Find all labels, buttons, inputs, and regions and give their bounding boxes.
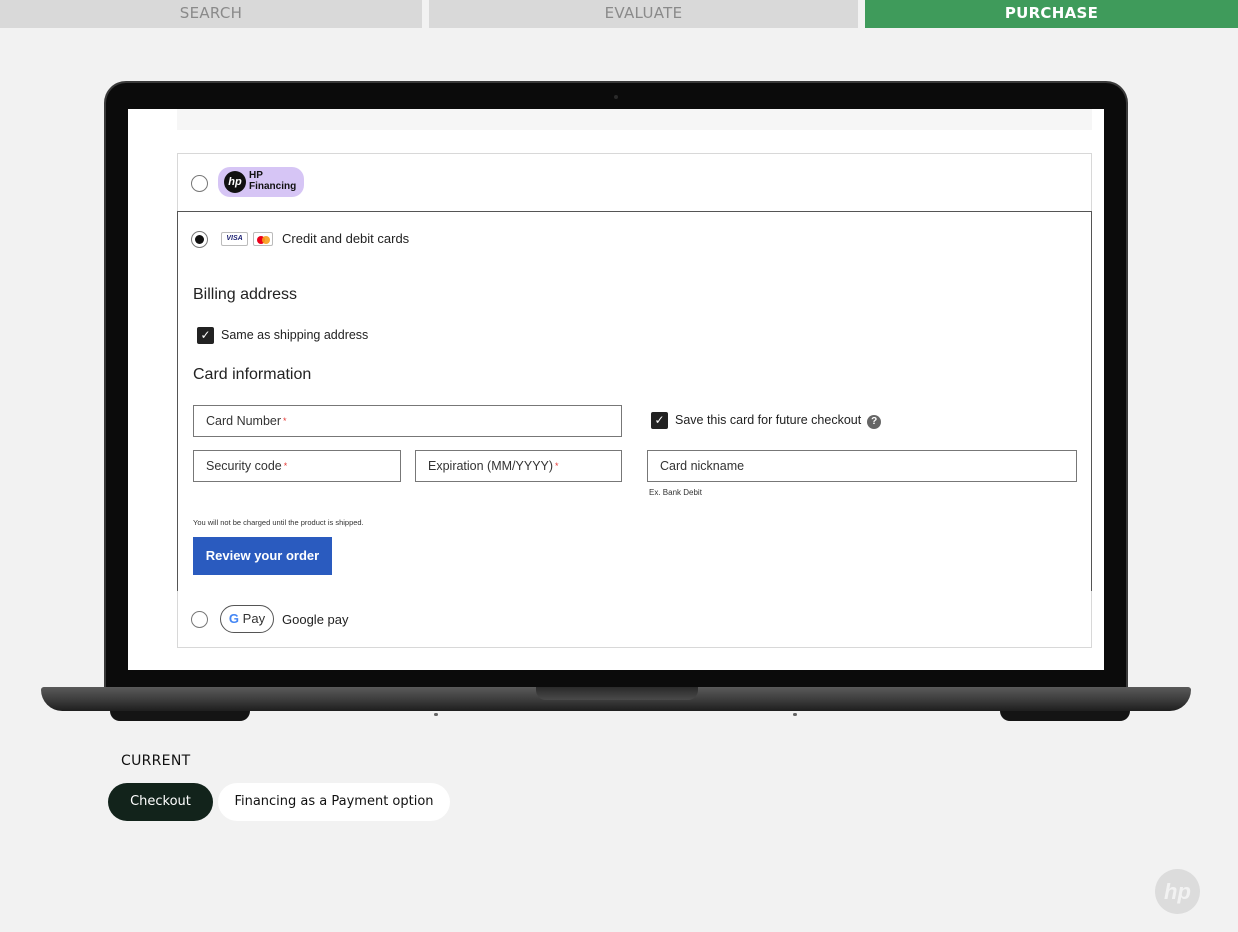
hp-logo-icon: hp [224, 171, 246, 193]
journey-stages: SEARCH EVALUATE PURCHASE [0, 0, 1238, 28]
help-icon[interactable]: ? [867, 415, 882, 429]
hp-logo-icon: hp [1155, 869, 1200, 914]
cards-label: Credit and debit cards [282, 231, 410, 246]
payment-option-google-pay[interactable]: G Pay Google pay [177, 591, 1092, 648]
current-label: CURRENT [121, 753, 191, 769]
laptop-foot-left [110, 711, 250, 721]
save-card-label: Save this card for future checkout? [675, 413, 882, 429]
payment-option-hp-financing[interactable]: hp HP Financing [177, 153, 1092, 212]
hp-financing-label-line2: Financing [249, 181, 297, 192]
save-card-checkbox[interactable]: ✓ [651, 412, 668, 429]
google-g-icon: G [228, 611, 240, 626]
card-number-field[interactable]: Card Number * [193, 405, 622, 437]
stage-search: SEARCH [0, 0, 422, 28]
hp-financing-label: HP Financing [249, 170, 296, 192]
required-mark: * [283, 461, 288, 471]
google-pay-label: Google pay [282, 612, 349, 627]
visa-icon: VISA [221, 232, 248, 246]
stage-evaluate: EVALUATE [429, 0, 858, 28]
stage-purchase: PURCHASE [865, 0, 1238, 28]
review-order-button[interactable]: Review your order [193, 537, 332, 575]
cards-radio[interactable] [191, 231, 208, 248]
required-mark: * [283, 416, 287, 426]
google-pay-icon: G Pay [220, 605, 274, 633]
laptop-base-dot [434, 713, 438, 716]
hp-financing-label-line1: HP [249, 170, 263, 181]
security-code-field[interactable]: Security code * [193, 450, 401, 482]
expiration-field[interactable]: Expiration (MM/YYYY) * [415, 450, 622, 482]
google-pay-badge-text: Pay [242, 611, 266, 626]
card-nickname-field[interactable]: Card nickname [647, 450, 1077, 482]
laptop-base-dot [793, 713, 797, 716]
card-form: Billing address ✓ Same as shipping addre… [177, 267, 1092, 592]
payment-option-cards[interactable]: VISA Credit and debit cards [177, 211, 1092, 268]
card-info-heading: Card information [193, 366, 312, 383]
mastercard-icon [253, 232, 273, 246]
card-nickname-hint: Ex. Bank Debit [649, 488, 702, 497]
same-as-shipping-label: Same as shipping address [221, 328, 369, 342]
same-as-shipping-checkbox[interactable]: ✓ [197, 327, 214, 344]
required-mark: * [555, 461, 559, 471]
card-number-placeholder: Card Number [206, 414, 282, 428]
billing-heading: Billing address [193, 286, 298, 303]
hp-financing-badge: hp HP Financing [218, 167, 304, 197]
page-top-strip [177, 109, 1092, 130]
save-card-label-text: Save this card for future checkout [675, 413, 862, 427]
laptop-foot-right [1000, 711, 1130, 721]
hp-financing-radio[interactable] [191, 175, 208, 192]
charge-note: You will not be charged until the produc… [193, 518, 364, 527]
laptop-camera [614, 95, 618, 99]
laptop-screen: hp HP Financing VISA Credit and debit ca… [128, 109, 1104, 670]
google-pay-radio[interactable] [191, 611, 208, 628]
laptop-notch [536, 687, 698, 700]
card-nickname-placeholder: Card nickname [660, 459, 745, 473]
financing-payment-option-pill[interactable]: Financing as a Payment option [218, 783, 450, 821]
security-code-placeholder: Security code [206, 459, 282, 473]
expiration-placeholder: Expiration (MM/YYYY) [428, 459, 554, 473]
checkout-pill[interactable]: Checkout [108, 783, 213, 821]
